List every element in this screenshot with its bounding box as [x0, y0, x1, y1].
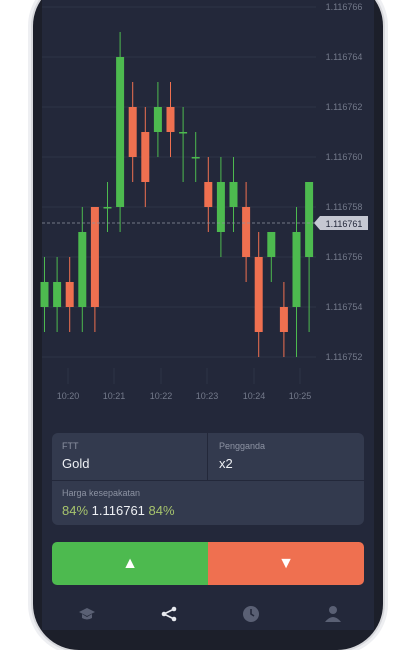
clock-icon[interactable]: [241, 604, 261, 624]
divider: [52, 480, 364, 481]
current-price-tag: 1.116761: [314, 216, 368, 230]
candle-body: [153, 107, 162, 132]
sell-down-button[interactable]: ▼: [208, 542, 364, 585]
strike-label: Harga kesepakatan: [62, 488, 141, 498]
x-tick-label: 10:20: [57, 391, 80, 401]
candle-body: [254, 257, 263, 332]
strike-field[interactable]: Harga kesepakatan 84% 1.116761 84%: [62, 488, 175, 518]
arrow-up-icon: ▲: [122, 554, 138, 572]
arrow-down-icon: ▼: [278, 554, 294, 572]
candle-body: [279, 307, 288, 332]
user-icon[interactable]: [323, 604, 343, 624]
candle-body: [53, 282, 62, 307]
y-tick-label: 1.116766: [326, 2, 363, 12]
candle-body: [128, 107, 137, 157]
graduation-cap-icon[interactable]: [77, 604, 97, 624]
asset-label: FTT: [62, 441, 79, 451]
candle-body: [179, 132, 188, 134]
trade-panel: FTT Gold Pengganda x2 Harga kesepakatan …: [52, 433, 364, 525]
bottom-nav: [42, 596, 374, 630]
candle-body: [166, 107, 175, 132]
candle-body: [141, 132, 150, 182]
candle-body: [204, 182, 213, 207]
svg-text:1.116761: 1.116761: [326, 219, 363, 229]
candle-body: [242, 207, 251, 257]
buy-up-button[interactable]: ▲: [52, 542, 208, 585]
candle-body: [103, 207, 112, 209]
asset-field[interactable]: FTT Gold: [62, 441, 89, 471]
candle-body: [216, 182, 225, 232]
payout-right: 84%: [148, 503, 175, 518]
x-tick-label: 10:24: [243, 391, 266, 401]
x-tick-label: 10:25: [289, 391, 312, 401]
share-icon[interactable]: [159, 604, 179, 624]
y-tick-label: 1.116758: [326, 202, 363, 212]
payout-left: 84%: [62, 503, 89, 518]
candle-body: [267, 232, 276, 257]
candle-body: [229, 182, 238, 207]
y-tick-label: 1.116754: [326, 302, 363, 312]
multiplier-field[interactable]: Pengganda x2: [219, 441, 265, 471]
candle-body: [65, 282, 74, 307]
y-tick-label: 1.116752: [326, 352, 363, 362]
candle-body: [292, 232, 301, 307]
strike-price: 1.116761: [91, 503, 145, 518]
price-chart[interactable]: 1.116766 1.116764 1.116762 1.116760 1.116758…: [0, 0, 416, 420]
candle-body: [78, 232, 87, 307]
candle-body: [191, 157, 200, 159]
asset-value: Gold: [62, 456, 90, 471]
candle-body: [305, 182, 314, 257]
x-tick-label: 10:21: [103, 391, 126, 401]
y-tick-label: 1.116762: [326, 102, 363, 112]
candle-body: [90, 207, 99, 307]
candle-body: [40, 282, 49, 307]
y-tick-label: 1.116760: [326, 152, 363, 162]
multiplier-label: Pengganda: [219, 441, 266, 451]
multiplier-value: x2: [219, 456, 233, 471]
divider: [207, 433, 208, 480]
x-tick-label: 10:23: [196, 391, 219, 401]
y-tick-label: 1.116764: [326, 52, 363, 62]
x-tick-label: 10:22: [150, 391, 173, 401]
y-tick-label: 1.116756: [326, 252, 363, 262]
candle-body: [116, 57, 125, 207]
